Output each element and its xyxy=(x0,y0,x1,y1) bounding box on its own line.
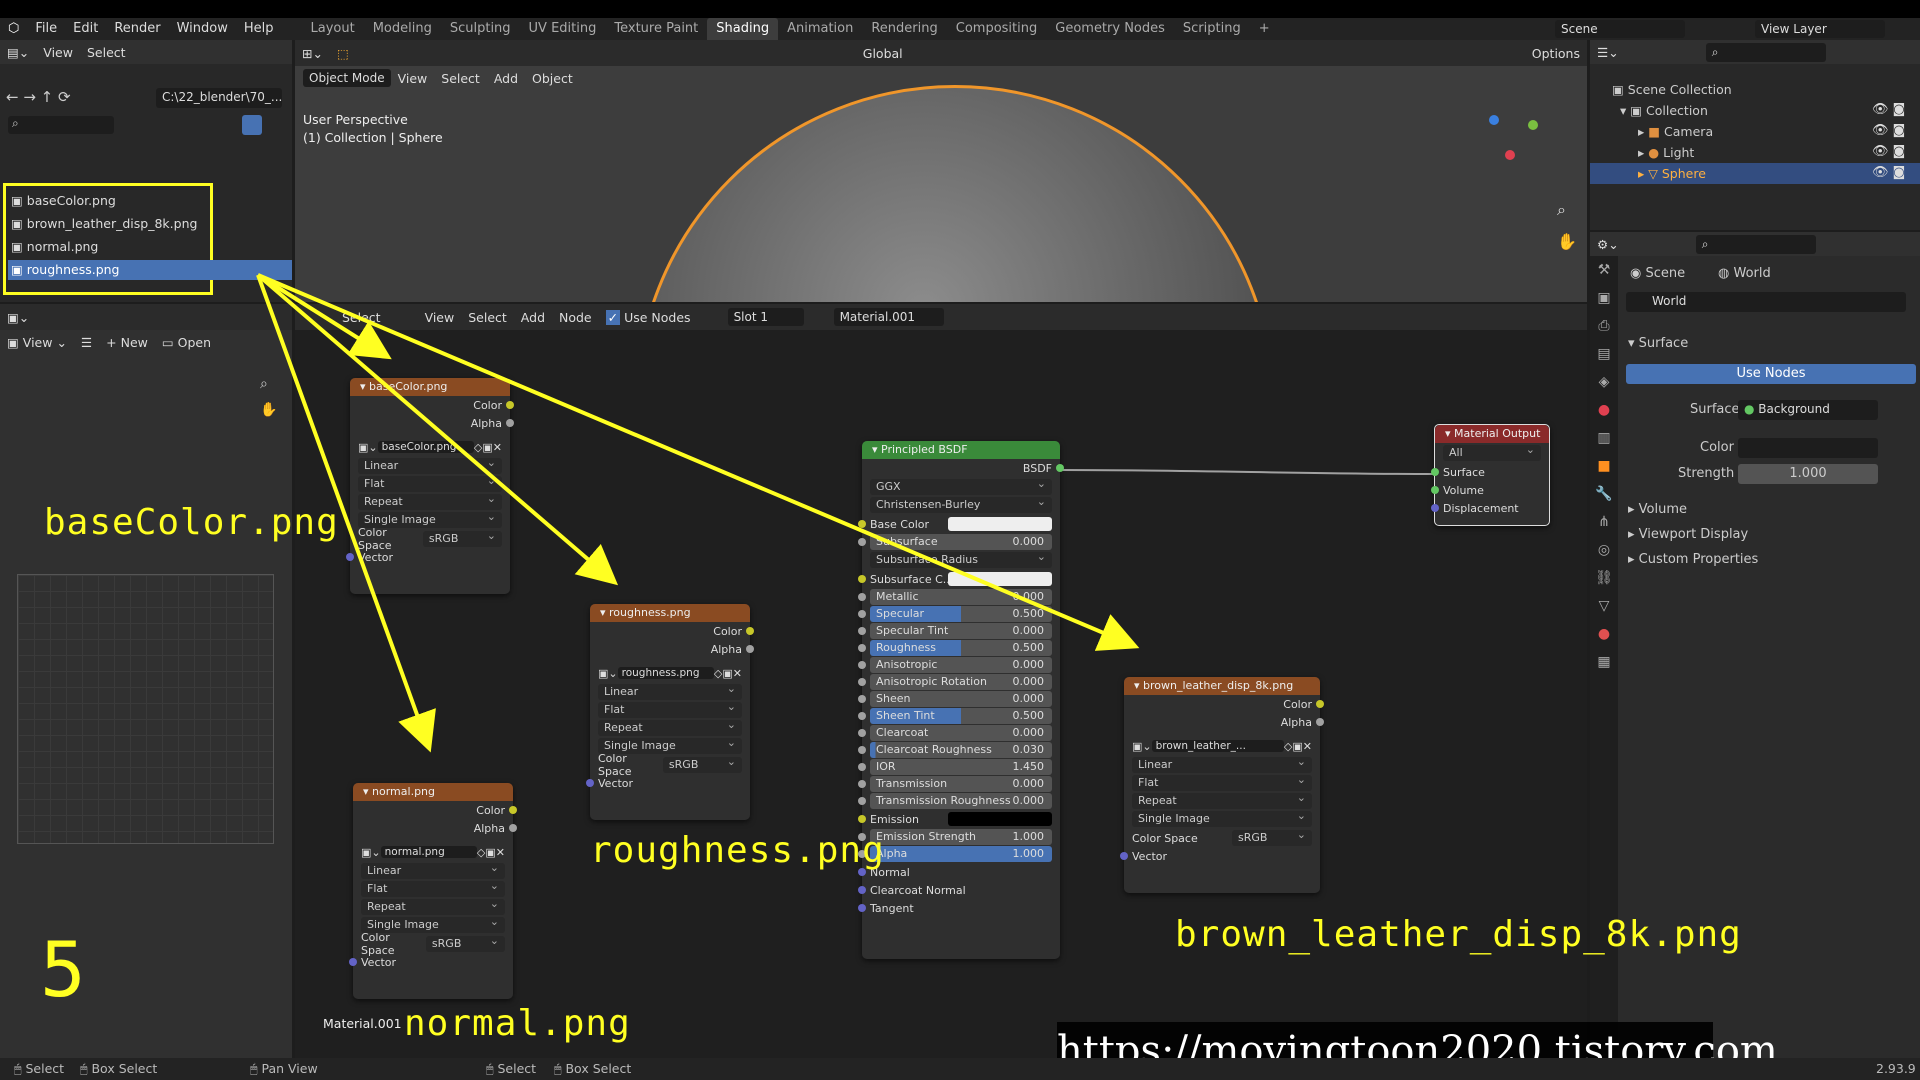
status-select-2: 🖱 Select xyxy=(486,1061,537,1076)
status-pan: 🖱 Pan View xyxy=(250,1061,318,1076)
arrow-to-basecolor xyxy=(256,273,392,360)
status-select: 🖱 Select xyxy=(14,1061,65,1076)
annotation-disp: brown_leather_disp_8k.png xyxy=(1175,914,1742,955)
step-number: 5 xyxy=(40,925,87,1014)
annotation-basecolor: baseColor.png xyxy=(44,502,339,543)
arrow-to-disp xyxy=(257,273,1140,651)
version-label: 2.93.9 xyxy=(1876,1061,1916,1076)
status-box-select: 🖱 Box Select xyxy=(80,1061,158,1076)
status-bar: 🖱 Select 🖱 Box Select 🖱 Pan View 🖱 Selec… xyxy=(0,1058,1920,1080)
annotation-roughness: roughness.png xyxy=(590,830,885,871)
annotation-normal: normal.png xyxy=(404,1003,631,1044)
status-box-select-2: 🖱 Box Select xyxy=(554,1061,632,1076)
